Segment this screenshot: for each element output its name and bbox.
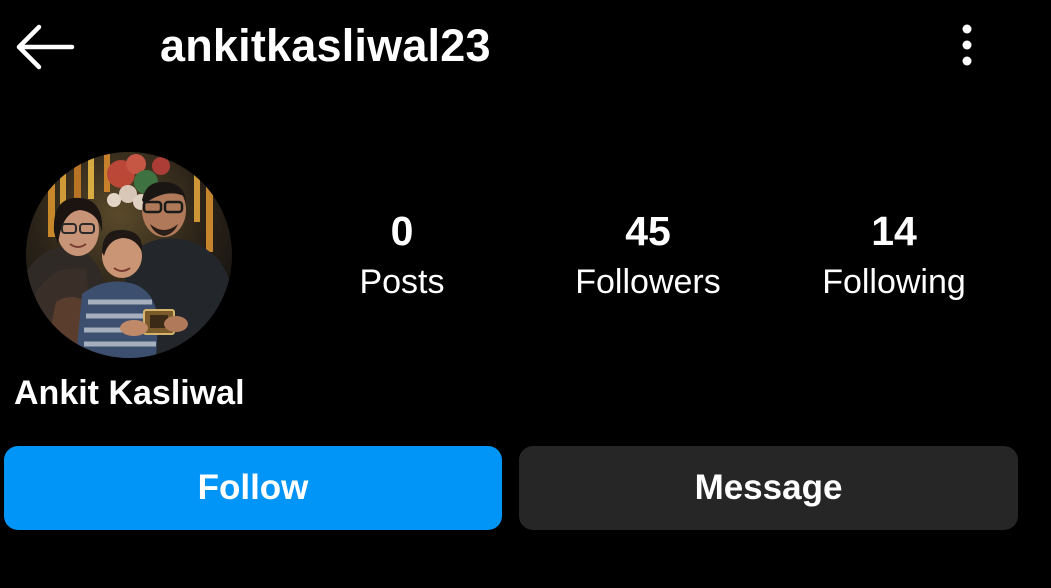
- profile-header: ankitkasliwal23: [0, 0, 1051, 95]
- followers-label: Followers: [575, 263, 721, 301]
- following-count: 14: [871, 208, 917, 254]
- posts-label: Posts: [359, 263, 445, 301]
- follow-button[interactable]: Follow: [4, 446, 502, 530]
- following-label: Following: [822, 263, 966, 301]
- followers-count: 45: [625, 208, 671, 254]
- avatar[interactable]: [26, 152, 232, 358]
- stat-following[interactable]: 14 Following: [784, 205, 1004, 303]
- posts-count: 0: [390, 208, 414, 254]
- arrow-left-icon: [16, 24, 75, 70]
- profile-photo: [26, 152, 232, 358]
- message-button[interactable]: Message: [519, 446, 1018, 530]
- stat-posts: 0 Posts: [292, 205, 512, 303]
- more-options-button[interactable]: [945, 20, 989, 72]
- profile-username: ankitkasliwal23: [160, 20, 491, 71]
- display-name: Ankit Kasliwal: [14, 374, 245, 412]
- back-button[interactable]: [10, 18, 80, 76]
- more-vertical-icon: [962, 24, 972, 66]
- stat-followers[interactable]: 45 Followers: [538, 205, 758, 303]
